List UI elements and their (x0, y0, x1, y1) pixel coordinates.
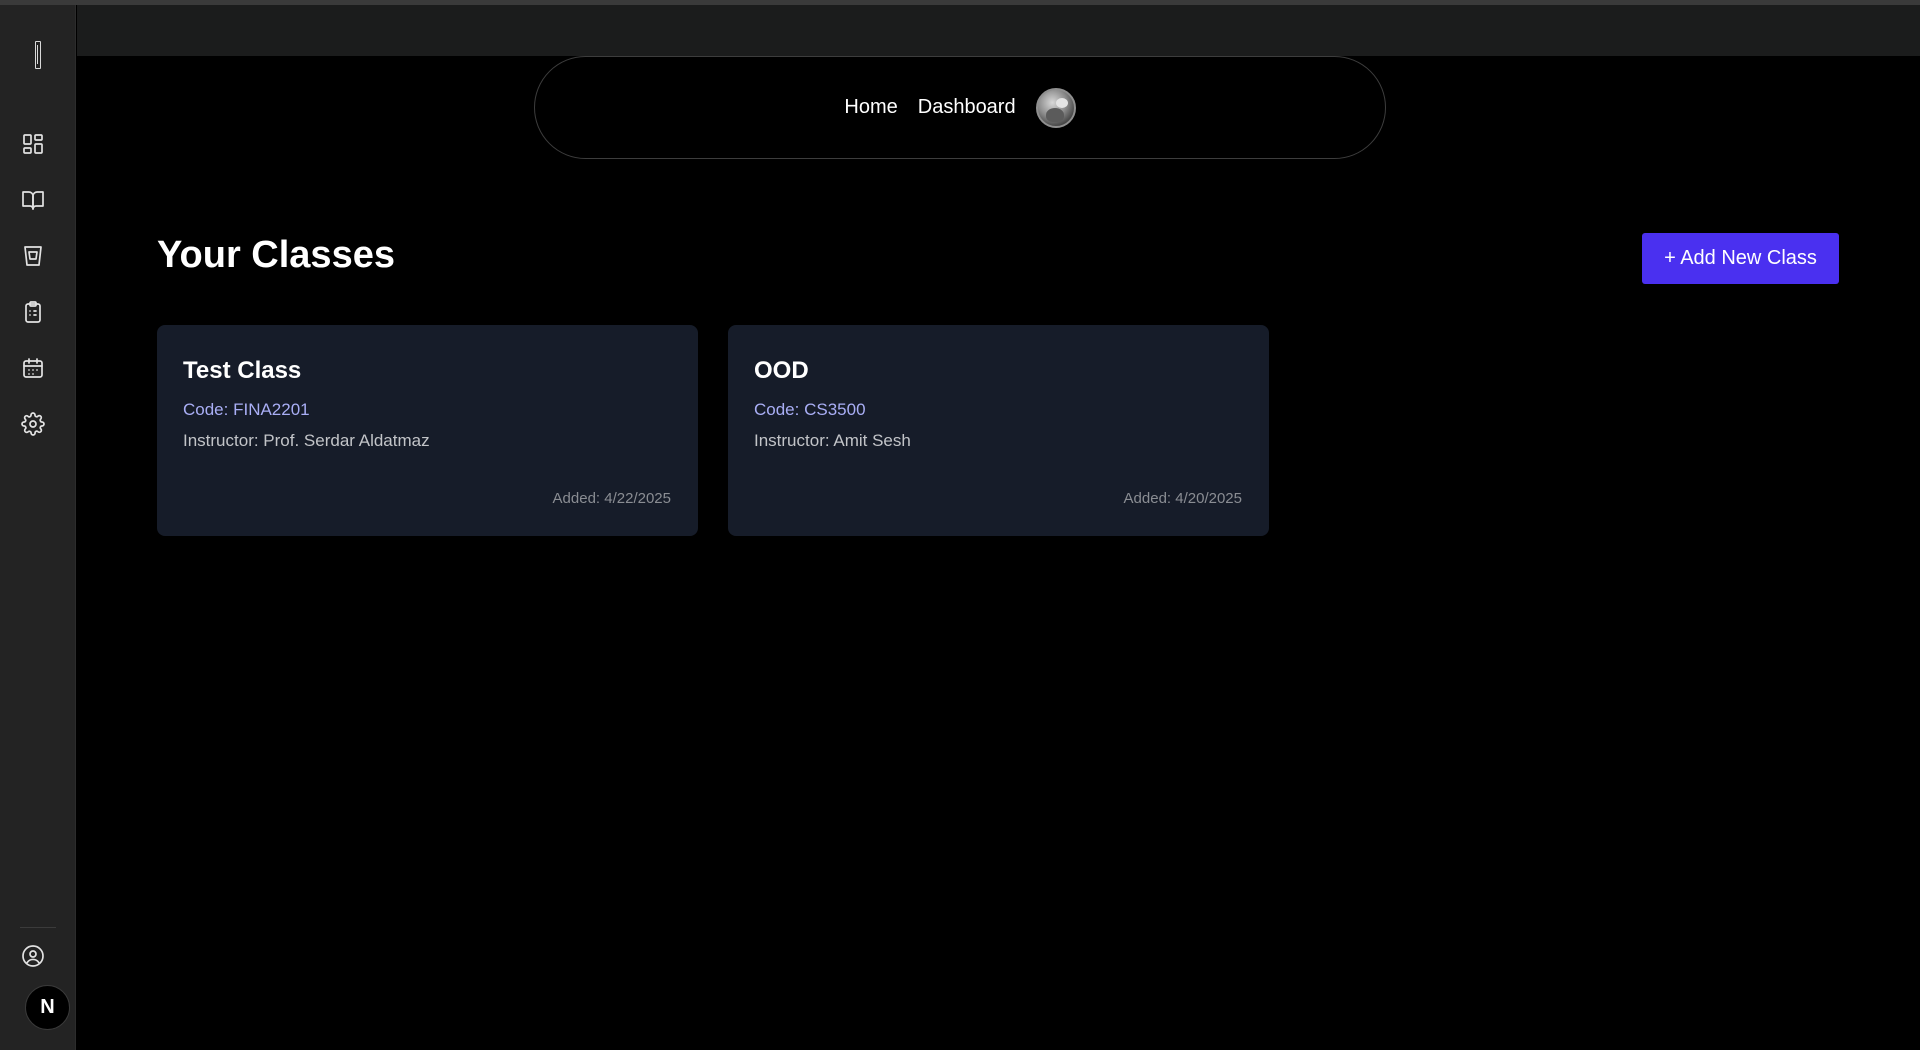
avatar[interactable] (1035, 87, 1076, 128)
page-title: Your Classes (157, 234, 395, 276)
user-circle-icon[interactable] (20, 943, 46, 969)
app-logo-icon (35, 41, 41, 69)
class-added-date: Added: 4/20/2025 (1123, 490, 1242, 507)
nav-dashboard-link[interactable]: Dashboard (918, 96, 1016, 119)
dashboard-icon[interactable] (20, 131, 46, 157)
sidebar: N (0, 5, 76, 1050)
next-badge[interactable]: N (25, 985, 70, 1030)
class-instructor: Instructor: Amit Sesh (754, 431, 911, 450)
top-strip (77, 5, 1920, 56)
sidebar-divider (20, 927, 56, 928)
add-new-class-button[interactable]: + Add New Class (1642, 233, 1839, 284)
clipboard-icon[interactable] (20, 299, 46, 325)
top-navigation: Home Dashboard (534, 56, 1386, 159)
calendar-icon[interactable] (20, 355, 46, 381)
gear-icon[interactable] (20, 411, 46, 437)
class-name: OOD (754, 357, 809, 384)
class-added-date: Added: 4/22/2025 (552, 490, 671, 507)
class-code: Code: CS3500 (754, 400, 866, 419)
class-code: Code: FINA2201 (183, 400, 310, 419)
bucket-icon[interactable] (20, 243, 46, 269)
nav-home-link[interactable]: Home (844, 96, 897, 119)
class-card[interactable]: Test Class Code: FINA2201 Instructor: Pr… (157, 325, 698, 536)
class-name: Test Class (183, 357, 302, 384)
class-instructor: Instructor: Prof. Serdar Aldatmaz (183, 431, 430, 450)
class-card[interactable]: OOD Code: CS3500 Instructor: Amit Sesh A… (728, 325, 1269, 536)
book-icon[interactable] (20, 187, 46, 213)
